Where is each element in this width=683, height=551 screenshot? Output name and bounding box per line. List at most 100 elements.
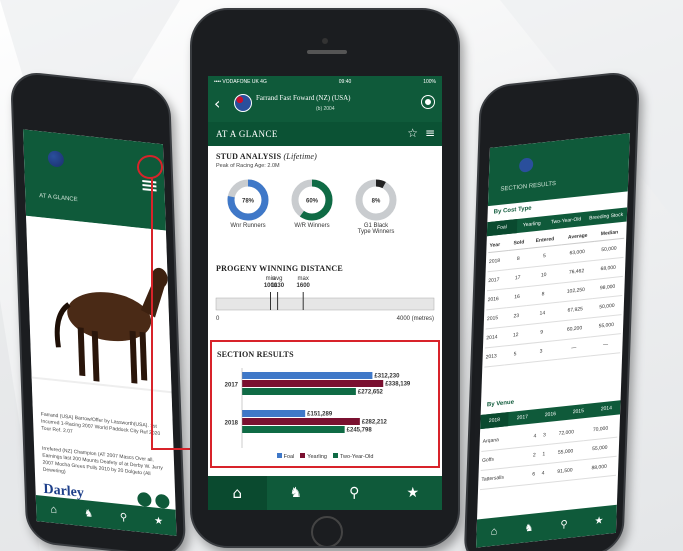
left-tab-star[interactable]: ★	[141, 506, 177, 536]
bar-foal	[242, 410, 306, 417]
right-tab-two-year-old[interactable]: Two-Year-Old	[546, 212, 585, 230]
chart-legend: Foal Yearling Two-Year-Old	[212, 453, 438, 460]
donut-percentage: 8%	[372, 199, 381, 205]
table-cell: 5	[504, 343, 526, 365]
left-section-title: AT A GLANCE	[39, 193, 78, 204]
donut-percentage: 60%	[306, 199, 319, 205]
section-results-title: SECTION RESULTS	[217, 350, 294, 359]
legend-yearling-label: Yearling	[307, 454, 327, 460]
right-year-tab[interactable]: 2016	[536, 406, 564, 423]
table-cell: 91,500	[547, 459, 583, 483]
center-tab-bar: ⌂ ♞ ⚲ ★	[208, 476, 442, 510]
star-icon: ★	[594, 514, 604, 527]
donut-row: 78%Wnr Runners60%W/R Winners8%G1 BlackTy…	[227, 179, 397, 235]
favourite-star-icon[interactable]: ☆	[407, 126, 418, 140]
stud-analysis-label: STUD ANALYSIS	[216, 152, 282, 161]
right-year-tab[interactable]: 2018	[480, 412, 509, 430]
left-tab-search[interactable]: ⚲	[106, 502, 142, 532]
left-flag-icon	[47, 150, 65, 168]
right-venue-table: Arqana 4 3 72,000 70,000 Goffs 2 1 55,000 55,000 T…	[480, 418, 618, 491]
table-cell: 8	[508, 248, 529, 270]
bar-value-label: £151,289	[307, 412, 333, 418]
bar-value-label: £245,798	[347, 428, 373, 434]
right-tab-bar: ⌂ ♞ ⚲ ★	[476, 504, 617, 548]
donut-caption: W/R Winners	[294, 223, 329, 229]
left-circle-button-1[interactable]	[137, 491, 152, 508]
back-chevron-icon[interactable]: ‹	[214, 94, 220, 113]
home-button[interactable]	[311, 516, 343, 546]
table-cell: 88,000	[581, 456, 617, 479]
search-icon: ⚲	[560, 518, 568, 531]
left-phone-screen: AT A GLANCE Farrand (USA) Barrow/Offer b…	[23, 129, 177, 536]
right-subhead-2: By Venue	[486, 399, 515, 409]
carrier-text: •••• VODAFONE UK 4G	[214, 79, 267, 85]
bar-foal	[242, 372, 373, 379]
flag-icon	[234, 94, 252, 112]
tab-favourites[interactable]: ★	[384, 476, 443, 510]
table-cell: Tattersalls	[480, 465, 530, 490]
horse-name: Farrand Fast Foward (NZ) (USA)	[256, 94, 351, 102]
bar-value-label: £338,139	[385, 382, 411, 388]
right-tab-search[interactable]: ⚲	[546, 508, 582, 540]
left-text-2: Irrefered (NZ) Champion (AT 2007 Mascs O…	[41, 445, 163, 478]
category-label: 2018	[225, 421, 239, 427]
bar-two-year-old	[242, 388, 356, 395]
home-icon: ⌂	[50, 503, 58, 517]
right-phone: SECTION RESULTS By Cost Type Foal Yearli…	[463, 70, 640, 551]
home-icon: ⌂	[490, 525, 498, 539]
table-cell: 3	[524, 340, 558, 363]
stud-analysis-title: STUD ANALYSIS (Lifetime)	[216, 152, 317, 161]
right-phone-screen: SECTION RESULTS By Cost Type Foal Yearli…	[476, 133, 630, 548]
legend-yearling: Yearling	[300, 453, 327, 460]
tab-search[interactable]: ⚲	[325, 476, 384, 510]
distance-marker-top: avg	[273, 276, 283, 282]
left-tab-horse[interactable]: ♞	[71, 499, 107, 529]
table-cell: 17	[507, 267, 528, 289]
right-year-tab[interactable]: 2017	[508, 409, 536, 426]
bar-value-label: £282,212	[362, 420, 388, 426]
horse-icon: ♞	[83, 507, 94, 520]
search-icon: ⚲	[119, 511, 128, 524]
progeny-distance-scale: min1000avg1130max16000 4000 (metres)	[215, 276, 435, 322]
left-tab-home[interactable]: ⌂	[36, 495, 72, 525]
left-menu-icon[interactable]	[142, 178, 157, 192]
star-icon: ★	[406, 485, 420, 501]
right-tab-home[interactable]: ⌂	[476, 516, 512, 548]
table-cell: 16	[506, 286, 528, 308]
bar-yearling	[242, 418, 360, 425]
settings-icon[interactable]	[422, 96, 434, 108]
earpiece	[307, 50, 347, 54]
tab-home[interactable]: ⌂	[208, 476, 267, 510]
legend-foal: Foal	[276, 453, 295, 460]
right-tab-yearling[interactable]: Yearling	[517, 216, 547, 233]
right-year-tab[interactable]: 2014	[592, 400, 620, 417]
horse-icon: ♞	[524, 521, 534, 534]
table-cell: 2017	[486, 269, 509, 291]
table-cell: —	[556, 336, 591, 360]
bar-two-year-old	[242, 426, 345, 433]
table-cell: 2014	[484, 326, 507, 349]
donut-percentage: 78%	[242, 199, 255, 205]
app-header: ‹ Farrand Fast Foward (NZ) (USA) (b) 200…	[208, 88, 442, 122]
right-header: SECTION RESULTS	[487, 133, 630, 207]
right-tab-breeding[interactable]: Breeding Stock	[585, 207, 627, 225]
right-year-tab[interactable]: 2015	[564, 403, 592, 420]
tab-horse[interactable]: ♞	[267, 476, 326, 510]
center-phone: •••• VODAFONE UK 4G 09:40 100% ‹ Farrand…	[190, 8, 460, 548]
donut-caption: Wnr Runners	[230, 223, 265, 229]
right-tab-star[interactable]: ★	[581, 505, 617, 537]
section-results-panel: SECTION RESULTS 2017 £312,230 £338,139 £272…	[210, 340, 440, 468]
right-tab-horse[interactable]: ♞	[511, 512, 547, 544]
stud-analysis-suffix: (Lifetime)	[283, 152, 317, 161]
right-tab-foal[interactable]: Foal	[486, 219, 518, 237]
right-subhead: By Cost Type	[493, 205, 532, 216]
legend-foal-label: Foal	[283, 454, 295, 460]
menu-icon[interactable]: ≡	[425, 126, 435, 140]
at-a-glance-title: AT A GLANCE	[216, 129, 278, 139]
right-flag-icon	[518, 157, 534, 173]
search-icon: ⚲	[349, 485, 360, 501]
time-text: 09:40	[338, 79, 352, 85]
stud-analysis-subtitle: Peak of Racing Age: 2.0M	[216, 163, 280, 169]
left-circle-button-2[interactable]	[155, 493, 170, 510]
legend-two-year-old: Two-Year-Old	[332, 453, 373, 460]
